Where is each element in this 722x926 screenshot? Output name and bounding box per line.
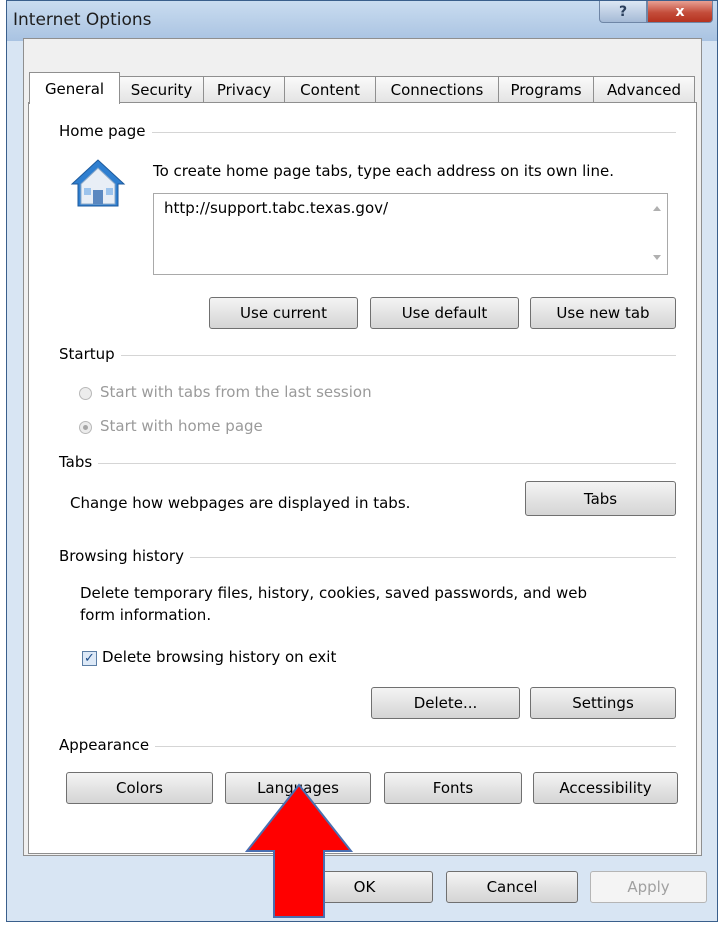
apply-button[interactable]: Apply — [590, 871, 707, 903]
help-button[interactable]: ? — [599, 1, 647, 23]
title-bar[interactable]: Internet Options ? x — [7, 1, 717, 41]
close-button[interactable]: x — [647, 1, 713, 23]
startup-last-session-radio[interactable] — [79, 387, 92, 400]
browsing-history-description-line1: Delete temporary files, history, cookies… — [80, 584, 587, 602]
tabs-group-label: Tabs — [59, 453, 99, 471]
tabs-settings-button[interactable]: Tabs — [525, 481, 676, 516]
window-title: Internet Options — [13, 10, 152, 30]
home-icon — [70, 159, 126, 207]
accessibility-button[interactable]: Accessibility — [533, 772, 678, 804]
home-page-url-textarea[interactable]: http://support.tabc.texas.gov/ — [153, 193, 668, 275]
startup-home-page-radio[interactable] — [79, 421, 92, 434]
startup-home-page-label: Start with home page — [100, 417, 263, 435]
group-divider — [60, 463, 676, 464]
scroll-down-icon[interactable] — [653, 255, 661, 260]
settings-button[interactable]: Settings — [530, 687, 676, 719]
group-divider — [60, 132, 676, 133]
group-divider — [60, 355, 676, 356]
tab-programs[interactable]: Programs — [498, 76, 594, 103]
home-page-url-value: http://support.tabc.texas.gov/ — [164, 199, 389, 217]
cancel-button[interactable]: Cancel — [446, 871, 578, 903]
delete-button[interactable]: Delete... — [371, 687, 520, 719]
startup-last-session-label: Start with tabs from the last session — [100, 383, 372, 401]
use-default-button[interactable]: Use default — [370, 297, 519, 329]
scroll-up-icon[interactable] — [653, 206, 661, 211]
delete-on-exit-label: Delete browsing history on exit — [102, 648, 337, 666]
delete-on-exit-checkbox[interactable]: ✓ — [82, 651, 97, 666]
tabs-description: Change how webpages are displayed in tab… — [70, 494, 411, 512]
browsing-history-description-line2: form information. — [80, 606, 212, 624]
tab-security[interactable]: Security — [119, 76, 204, 103]
use-current-button[interactable]: Use current — [209, 297, 358, 329]
tab-privacy[interactable]: Privacy — [203, 76, 285, 103]
tab-connections[interactable]: Connections — [375, 76, 499, 103]
fonts-button[interactable]: Fonts — [384, 772, 522, 804]
use-new-tab-button[interactable]: Use new tab — [530, 297, 676, 329]
browsing-history-group-label: Browsing history — [59, 547, 190, 565]
appearance-group-label: Appearance — [59, 736, 156, 754]
tab-advanced[interactable]: Advanced — [593, 76, 695, 103]
tab-content[interactable]: Content — [284, 76, 376, 103]
startup-group-label: Startup — [59, 345, 121, 363]
red-up-arrow-annotation-icon — [244, 783, 354, 918]
tab-general[interactable]: General — [29, 72, 120, 104]
home-page-group-label: Home page — [59, 122, 152, 140]
colors-button[interactable]: Colors — [66, 772, 213, 804]
home-page-description: To create home page tabs, type each addr… — [153, 162, 614, 180]
